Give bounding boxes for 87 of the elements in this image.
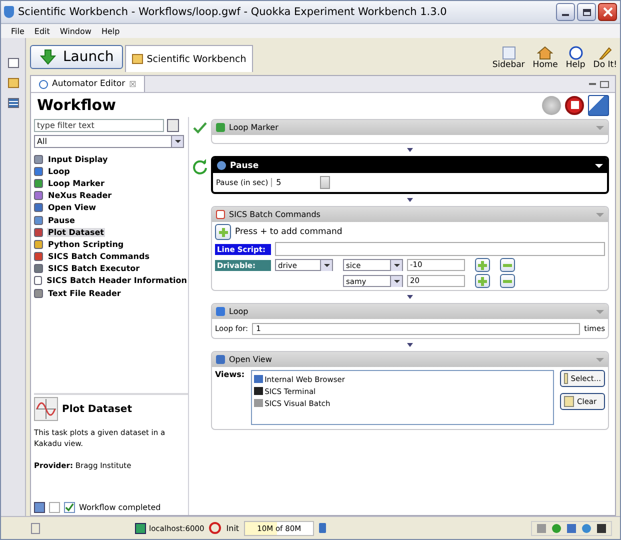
task-item[interactable]: Loop Marker (47, 178, 106, 188)
down-arrow-icon (407, 148, 413, 152)
task-item[interactable]: SICS Batch Executor (47, 264, 141, 274)
close-icon[interactable]: ☒ (129, 80, 136, 88)
page-icon[interactable] (49, 502, 60, 512)
down-arrow-icon (407, 198, 413, 202)
dropdown-icon (390, 276, 402, 286)
menu-item[interactable]: Help (101, 26, 120, 36)
folder-icon[interactable] (8, 78, 18, 88)
task-item[interactable]: Loop (47, 166, 71, 176)
add-button[interactable] (475, 258, 490, 272)
panel-icon (500, 46, 517, 60)
block-title: Open View (229, 355, 272, 364)
menu-item[interactable]: Window (60, 26, 92, 36)
window-icon[interactable] (8, 58, 18, 68)
spinner-icon[interactable] (320, 176, 330, 189)
home-icon (537, 46, 554, 60)
down-arrow-icon (407, 295, 413, 299)
task-item[interactable]: Plot Dataset (47, 228, 105, 237)
maximize-button[interactable] (577, 3, 596, 21)
category-dropdown[interactable]: All (34, 135, 184, 148)
task-title: Plot Dataset (62, 404, 132, 414)
dropdown-icon (171, 136, 183, 147)
launch-button[interactable]: Launch (30, 45, 123, 69)
field-label: Views: (215, 370, 245, 379)
down-arrow-icon (39, 49, 57, 65)
task-item[interactable]: NeXus Reader (47, 191, 113, 200)
minus-icon (503, 264, 512, 266)
stop-icon[interactable] (209, 522, 222, 534)
task-item[interactable]: Open View (47, 203, 98, 212)
line-script-field[interactable] (275, 242, 605, 256)
checkbox[interactable] (64, 502, 75, 512)
menu-item[interactable]: Edit (34, 26, 50, 36)
toolbar-action[interactable]: Sidebar (489, 46, 528, 70)
task-item[interactable]: SICS Batch Header Information (46, 276, 188, 286)
dropdown-icon (320, 260, 332, 270)
perspective-tab[interactable]: Scientific Workbench (124, 45, 254, 72)
view-icon[interactable] (34, 502, 45, 512)
help-icon (568, 46, 584, 60)
maximize-icon[interactable] (600, 80, 609, 88)
minus-icon (503, 280, 512, 282)
down-arrow-icon (407, 343, 413, 347)
task-item[interactable]: SICS Batch Commands (47, 252, 150, 262)
remove-button[interactable] (500, 258, 515, 272)
pause-field[interactable]: 5 (276, 178, 316, 187)
block-title: Loop Marker (229, 123, 278, 132)
task-item[interactable]: Input Display (47, 154, 109, 164)
task-item[interactable]: Pause (47, 216, 76, 225)
page-icon[interactable] (31, 522, 40, 534)
task-icon (216, 355, 225, 364)
toolbar-action[interactable]: Home (530, 46, 561, 70)
task-icon (216, 210, 225, 219)
toolbar-action[interactable]: Help (562, 46, 588, 70)
plus-icon (218, 228, 228, 236)
checkbox-label: Workflow completed (79, 502, 161, 512)
menu-item[interactable]: File (11, 26, 24, 36)
task-icon (217, 161, 226, 170)
document-icon (564, 396, 574, 407)
block-title: Pause (230, 160, 259, 170)
stop-icon[interactable] (565, 96, 584, 114)
folder-icon (132, 54, 143, 64)
add-button[interactable] (475, 274, 490, 288)
terminal-icon[interactable] (597, 524, 606, 532)
task-icon (216, 123, 225, 132)
window-title: Scientific Workbench - Workflows/loop.gwf - Quokka Experiment Workbench 1.3.0 (18, 6, 448, 18)
task-item[interactable]: Text File Reader (47, 288, 122, 298)
remove-button[interactable] (500, 274, 515, 288)
block-title: SICS Batch Commands (229, 210, 320, 219)
task-item[interactable]: Python Scripting (47, 240, 125, 249)
block-title: Loop (229, 307, 248, 316)
list-icon[interactable] (8, 98, 18, 108)
task-icon (216, 307, 225, 316)
add-hint: Press + to add command (235, 227, 342, 237)
close-button[interactable] (598, 3, 617, 21)
editor-heading: Workflow (37, 96, 116, 114)
toolbar-action[interactable]: Do It! (590, 46, 620, 70)
minimize-button[interactable] (556, 3, 575, 21)
status-text: Init (226, 524, 240, 532)
document-icon (564, 373, 568, 384)
filter-field[interactable]: type filter text (34, 119, 164, 132)
plot-icon (34, 397, 58, 421)
editor-icon (39, 80, 48, 88)
close-icon (602, 7, 612, 17)
dropdown-icon (390, 260, 402, 270)
editor-tab[interactable]: Automator Editor ☒ (31, 76, 146, 92)
pencil-icon (597, 46, 614, 60)
add-button[interactable] (215, 224, 231, 240)
